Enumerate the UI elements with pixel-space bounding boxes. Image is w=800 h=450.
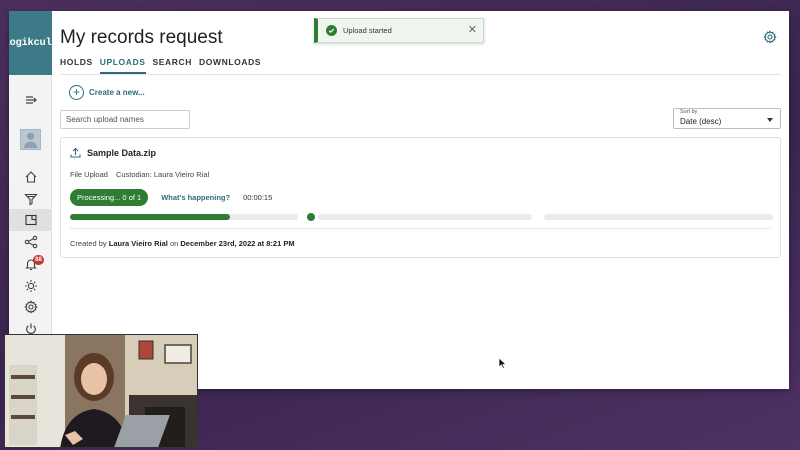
created-by: Laura Vieiro Rial [108,239,168,248]
gear-icon[interactable] [9,296,52,318]
tab-holds[interactable]: HOLDS [60,57,93,74]
created-prefix: Created by [70,239,107,248]
settings-gear-icon[interactable] [763,30,777,44]
upload-type: File Upload [70,170,108,179]
file-row: Sample Data.zip [70,147,156,158]
sort-select[interactable]: Sort by Date (desc) [673,108,781,129]
check-circle-icon [326,25,337,36]
plus-icon: + [69,85,84,100]
tab-search[interactable]: SEARCH [153,57,193,74]
presenter-video [5,335,197,447]
notification-badge: 88 [33,255,44,265]
status-badge: Processing... 0 of 1 [70,189,149,206]
created-info: Created by Laura Vieiro Rial on December… [70,239,295,248]
create-new-button[interactable]: + Create a new... [69,85,145,100]
stage-1-fill [70,214,230,220]
stage-progress [70,213,773,221]
stage-1-track [70,214,298,220]
sidebar: logikcull 88 [9,11,58,389]
sun-icon[interactable] [9,275,52,297]
upload-card: Sample Data.zip File Upload Custodian: L… [60,137,781,258]
logo[interactable]: logikcull [9,11,58,75]
sort-value: Date (desc) [680,117,722,126]
uploads-icon[interactable] [9,209,52,231]
main-content: My records request HOLDS UPLOADS SEARCH … [52,11,789,389]
close-icon[interactable]: ✕ [468,24,477,36]
filter-icon[interactable] [9,188,52,210]
upload-meta: File Upload Custodian: Laura Vieiro Rial [70,170,209,179]
card-divider [70,228,771,229]
tabs-divider [60,74,781,75]
chevron-down-icon [767,118,773,122]
upload-icon [70,147,81,158]
avatar[interactable] [20,129,41,150]
mouse-cursor-icon [499,358,507,369]
upload-started-toast: Upload started ✕ [314,18,484,43]
elapsed-timer: 00:00:15 [243,193,273,202]
bell-icon[interactable] [9,253,52,275]
status-row: Processing... 0 of 1 What's happening? 0… [70,189,272,206]
upload-custodian: Custodian: Laura Vieiro Rial [115,170,210,179]
collapse-icon[interactable] [9,89,52,111]
stage-3-track [544,214,773,220]
whats-happening-link[interactable]: What's happening? [161,193,230,202]
app-window: logikcull 88 [9,11,789,389]
toast-message: Upload started [343,26,392,35]
share-icon[interactable] [9,231,52,253]
created-on-word: on [169,239,179,248]
sort-label: Sort by [680,109,698,115]
file-name[interactable]: Sample Data.zip [87,148,156,158]
home-icon[interactable] [9,166,52,188]
webcam-overlay [4,334,198,448]
stage-2-indicator [307,213,315,221]
page-title: My records request [60,27,223,48]
create-new-label: Create a new... [89,88,145,97]
created-date: December 23rd, 2022 at 8:21 PM [180,239,295,248]
stage-2-track [318,214,532,220]
tab-downloads[interactable]: DOWNLOADS [199,57,261,74]
search-input[interactable] [60,110,190,129]
tab-bar: HOLDS UPLOADS SEARCH DOWNLOADS [60,57,261,74]
tab-uploads[interactable]: UPLOADS [99,57,146,74]
